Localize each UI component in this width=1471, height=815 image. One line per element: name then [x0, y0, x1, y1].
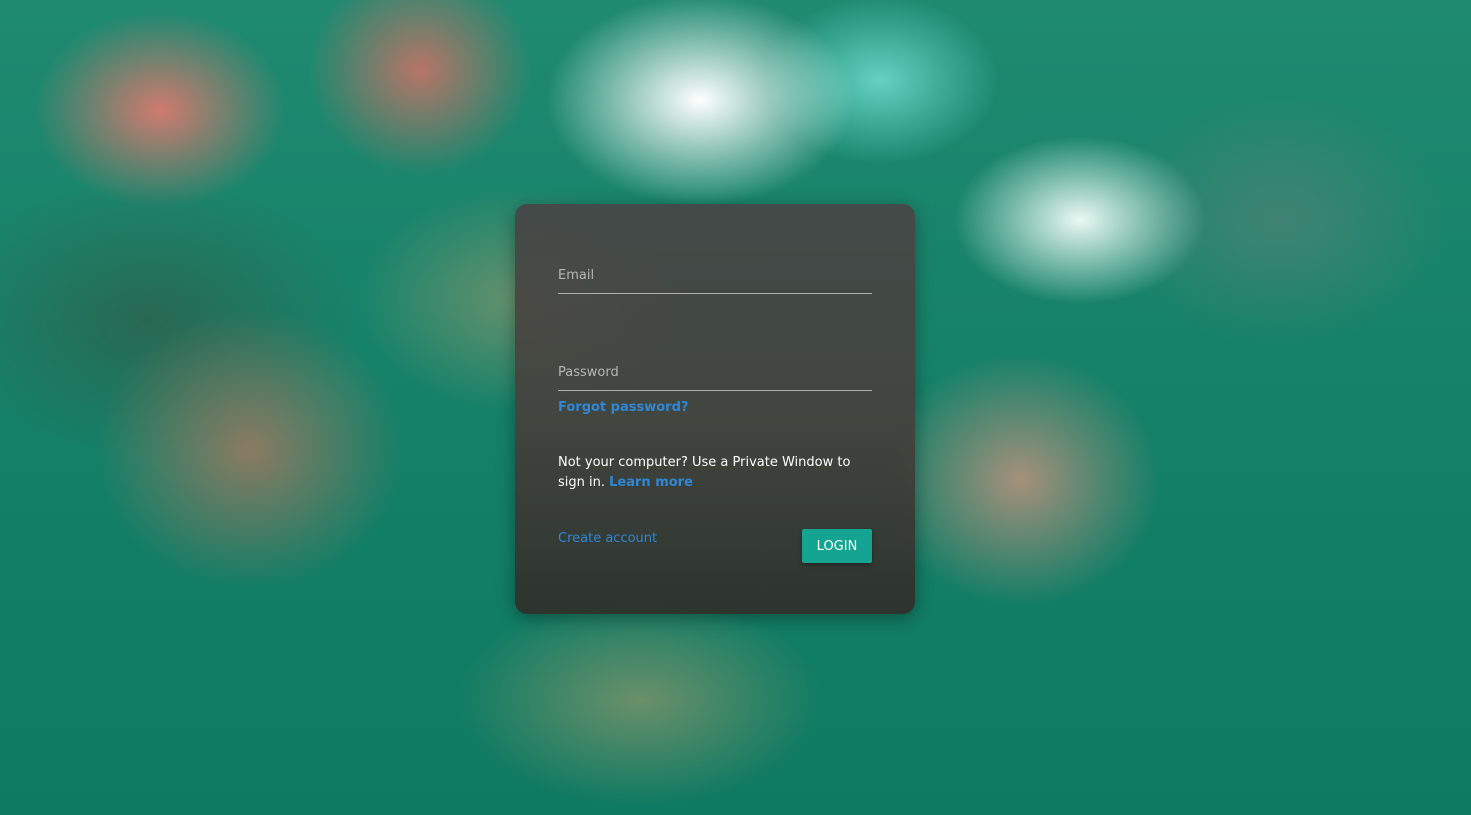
login-card: Forgot password? Not your computer? Use … [515, 204, 915, 614]
notice-text: Not your computer? Use a Private Window … [558, 455, 851, 490]
learn-more-link[interactable]: Learn more [609, 475, 693, 490]
forgot-password-link[interactable]: Forgot password? [558, 400, 688, 415]
private-window-notice: Not your computer? Use a Private Window … [558, 453, 878, 493]
login-button[interactable]: LOGIN [802, 529, 872, 563]
create-account-link[interactable]: Create account [558, 531, 657, 546]
password-field-container [558, 356, 872, 391]
email-field-container [558, 259, 872, 294]
email-field[interactable] [558, 268, 872, 283]
password-field[interactable] [558, 365, 872, 380]
